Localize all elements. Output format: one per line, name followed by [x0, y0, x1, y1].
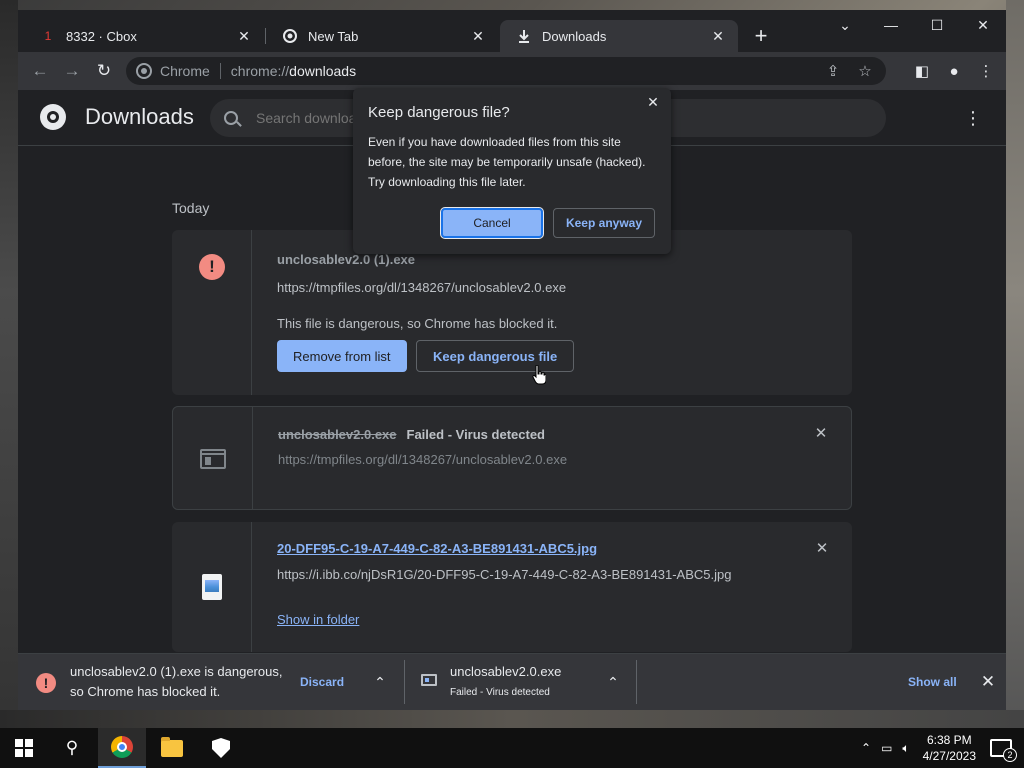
clock-time: 6:38 PM: [926, 733, 972, 747]
windows-taskbar: ⚲ ⌃ ▭ 🔈︎ 6:38 PM 4/27/2023 2: [0, 728, 1024, 768]
warning-icon: !: [199, 254, 225, 280]
shield-icon: [212, 738, 230, 758]
forward-icon[interactable]: →: [58, 57, 86, 85]
start-button[interactable]: [0, 728, 48, 768]
show-all-button[interactable]: Show all: [908, 675, 957, 689]
clock-date: 4/27/2023: [922, 749, 976, 763]
windows-logo-icon: [15, 739, 33, 757]
download-item-failed: unclosablev2.0.exe Failed - Virus detecte…: [172, 406, 852, 510]
chrome-icon: [136, 63, 152, 79]
chevron-up-icon[interactable]: ⌃: [603, 672, 623, 692]
shelf-item-failed[interactable]: unclosablev2.0.exe Failed - Virus detect…: [405, 654, 635, 710]
address-bar[interactable]: Chrome chrome://downloads ⇪ ☆: [126, 57, 886, 85]
keep-dangerous-file-button[interactable]: Keep dangerous file: [416, 340, 575, 372]
close-icon[interactable]: ✕: [643, 92, 663, 112]
file-name: unclosablev2.0 (1).exe: [277, 252, 416, 267]
remove-item-icon[interactable]: ✕: [811, 423, 831, 443]
executable-file-icon: [421, 674, 437, 686]
profile-icon[interactable]: ●: [940, 57, 968, 85]
menu-icon[interactable]: ⋮: [972, 57, 1000, 85]
executable-file-icon: [200, 449, 226, 469]
site-chip[interactable]: Chrome: [126, 63, 210, 79]
file-name-link[interactable]: 20-DFF95-C-19-A7-449-C-82-A3-BE891431-AB…: [277, 541, 597, 556]
search-icon[interactable]: ⚲: [48, 728, 96, 768]
cancel-button[interactable]: Cancel: [440, 207, 544, 239]
keep-dangerous-file-dialog: Keep dangerous file? ✕ Even if you have …: [353, 88, 671, 254]
clock[interactable]: 6:38 PM 4/27/2023: [923, 732, 976, 764]
chrome-icon: [282, 28, 298, 44]
volume-icon[interactable]: 🔈︎: [902, 741, 909, 756]
close-icon[interactable]: ✕: [708, 26, 728, 46]
chrome-logo-icon: [40, 104, 66, 130]
close-icon[interactable]: ✕: [468, 26, 488, 46]
new-tab-button[interactable]: +: [748, 23, 774, 49]
toolbar: ← → ↻ Chrome chrome://downloads ⇪ ☆ ◧ ● …: [18, 52, 1006, 90]
remove-from-list-button[interactable]: Remove from list: [277, 340, 407, 372]
file-url: https://tmpfiles.org/dl/1348267/unclosab…: [277, 280, 567, 295]
shelf-file-status: Failed - Virus detected: [450, 687, 550, 698]
back-icon[interactable]: ←: [26, 57, 54, 85]
tab-downloads[interactable]: Downloads ✕: [500, 20, 738, 52]
warning-icon: !: [36, 673, 56, 693]
download-item-image: 20-DFF95-C-19-A7-449-C-82-A3-BE891431-AB…: [172, 522, 852, 652]
close-shelf-icon[interactable]: ✕: [978, 672, 998, 692]
hand-cursor-icon: [532, 365, 546, 385]
chevron-up-icon[interactable]: ⌃: [861, 741, 871, 755]
tab-strip: 1 8332 · Cbox ✕ New Tab ✕ Downloads ✕ + …: [18, 10, 1006, 52]
reload-icon[interactable]: ↻: [90, 57, 118, 85]
notification-icon[interactable]: 2: [990, 739, 1017, 762]
shelf-file-name: unclosablev2.0.exe: [450, 664, 562, 679]
search-icon: [224, 111, 238, 125]
more-options-icon[interactable]: ⋮: [964, 108, 982, 129]
close-window-icon[interactable]: ✕: [960, 10, 1006, 40]
site-chip-label: Chrome: [160, 63, 210, 79]
image-file-icon: [202, 574, 222, 600]
tab-cbox[interactable]: 1 8332 · Cbox ✕: [24, 20, 264, 52]
chrome-icon: [111, 736, 133, 758]
chevron-up-icon[interactable]: ⌃: [370, 672, 390, 692]
taskbar-security[interactable]: [197, 728, 245, 768]
minimize-icon[interactable]: —: [868, 10, 914, 40]
download-item-dangerous: ! unclosablev2.0 (1).exe https://tmpfile…: [172, 230, 852, 395]
keep-anyway-button[interactable]: Keep anyway: [553, 208, 655, 238]
cbox-favicon: 1: [44, 29, 52, 43]
date-section-label: Today: [172, 200, 210, 216]
chrome-window: 1 8332 · Cbox ✕ New Tab ✕ Downloads ✕ + …: [18, 10, 1006, 710]
tab-new-tab[interactable]: New Tab ✕: [266, 20, 498, 52]
notification-count: 2: [1003, 748, 1017, 762]
share-icon[interactable]: ⇪: [822, 61, 844, 81]
discard-button[interactable]: Discard: [300, 675, 344, 689]
url-scheme: chrome://: [230, 63, 290, 79]
dialog-title: Keep dangerous file?: [368, 104, 510, 121]
remove-item-icon[interactable]: ✕: [812, 538, 832, 558]
window-controls: ⌄ — ☐ ✕: [822, 10, 1006, 42]
url-host: downloads: [289, 63, 357, 79]
maximize-icon[interactable]: ☐: [914, 10, 960, 40]
download-shelf: ! unclosablev2.0 (1).exe is dangerous, s…: [18, 653, 1006, 710]
tab-title: 8332 · Cbox: [66, 28, 137, 44]
danger-description: This file is dangerous, so Chrome has bl…: [277, 316, 558, 331]
system-tray: ⌃ ▭ 🔈︎ 6:38 PM 4/27/2023 2: [856, 728, 1024, 768]
network-icon[interactable]: ▭: [881, 741, 892, 755]
file-name: unclosablev2.0.exe: [278, 427, 397, 442]
file-url: https://i.ibb.co/njDsR1G/20-DFF95-C-19-A…: [277, 567, 732, 582]
folder-icon: [161, 736, 183, 757]
shelf-message-line1: unclosablev2.0 (1).exe is dangerous,: [70, 664, 283, 679]
tab-title: New Tab: [308, 28, 359, 44]
tab-search-icon[interactable]: ⌄: [822, 10, 868, 40]
taskbar-file-explorer[interactable]: [148, 728, 196, 768]
show-in-folder-link[interactable]: Show in folder: [277, 612, 359, 627]
tab-title: Downloads: [542, 28, 607, 44]
dialog-message: Even if you have downloaded files from t…: [368, 135, 646, 189]
shelf-item-dangerous[interactable]: ! unclosablev2.0 (1).exe is dangerous, s…: [18, 654, 404, 710]
side-panel-icon[interactable]: ◧: [908, 57, 936, 85]
download-status: Failed - Virus detected: [406, 427, 545, 442]
download-icon: [516, 28, 532, 44]
bookmark-star-icon[interactable]: ☆: [854, 61, 876, 81]
taskbar-chrome[interactable]: [98, 728, 146, 768]
page-title: Downloads: [85, 104, 194, 129]
shelf-message-line2: so Chrome has blocked it.: [70, 684, 221, 699]
file-url: https://tmpfiles.org/dl/1348267/unclosab…: [278, 452, 568, 467]
close-icon[interactable]: ✕: [234, 26, 254, 46]
